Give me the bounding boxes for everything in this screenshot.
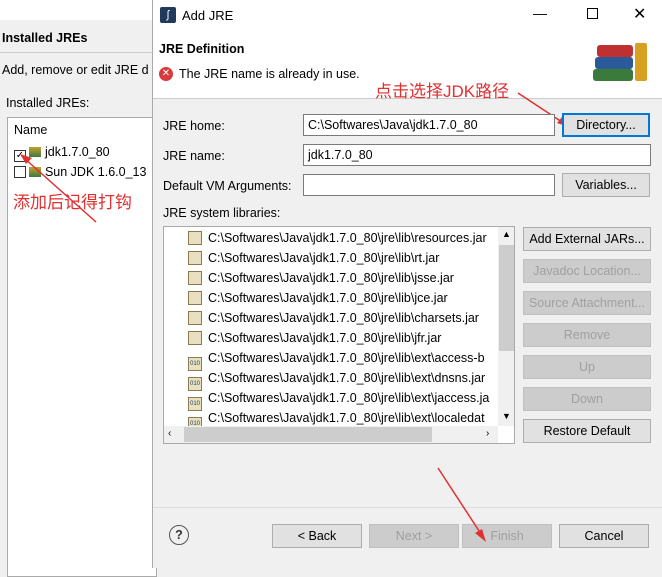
header-title: JRE Definition [159,42,245,56]
vertical-scrollbar[interactable]: ▲ ▼ [498,227,514,426]
error-message: The JRE name is already in use. [179,67,360,81]
up-button[interactable]: Up [523,355,651,379]
jre-name-label: JRE name: [163,149,225,163]
background-window: Installed JREs Add, remove or edit JRE d… [0,0,157,577]
directory-button[interactable]: Directory... [562,113,650,137]
scroll-down-arrow[interactable]: ▼ [502,411,511,421]
library-item[interactable]: 010 C:\Softwares\Java\jdk1.7.0_80\jre\lib… [164,388,489,411]
scroll-right-arrow[interactable]: › [486,428,489,439]
library-item[interactable]: C:\Softwares\Java\jdk1.7.0_80\jre\lib\js… [164,268,454,288]
library-item[interactable]: 010 C:\Softwares\Java\jdk1.7.0_80\jre\lib… [164,348,485,371]
close-button[interactable]: ✕ [633,4,646,24]
column-name[interactable]: Name [14,123,47,137]
library-item[interactable]: C:\Softwares\Java\jdk1.7.0_80\jre\lib\jf… [164,328,441,348]
minimize-button[interactable]: — [533,5,547,21]
eclipse-icon: ʃ [160,7,176,23]
dialog-title: Add JRE [182,8,234,23]
add-external-jars-button[interactable]: Add External JARs... [523,227,651,251]
vm-args-input[interactable] [303,174,555,196]
down-button[interactable]: Down [523,387,651,411]
scroll-h-thumb[interactable] [184,427,432,442]
jar-icon [188,331,202,345]
jar-icon [188,271,202,285]
remove-button[interactable]: Remove [523,323,651,347]
jar-icon [188,311,202,325]
cancel-button[interactable]: Cancel [559,524,649,548]
library-item[interactable]: C:\Softwares\Java\jdk1.7.0_80\jre\lib\jc… [164,288,448,308]
jre-name-input[interactable]: jdk1.7.0_80 [303,144,651,166]
jre-home-label: JRE home: [163,119,225,133]
library-books-icon [593,43,651,87]
page-title: Installed JREs [2,31,88,45]
variables-button[interactable]: Variables... [562,173,650,197]
divider [0,52,152,53]
jar-icon [188,231,202,245]
jar-icon [188,251,202,265]
add-jre-dialog: ʃ Add JRE — ✕ JRE Definition ✕ The JRE n… [152,0,662,568]
library-item[interactable]: 010 C:\Softwares\Java\jdk1.7.0_80\jre\lib… [164,408,485,426]
scroll-thumb[interactable] [499,245,514,351]
maximize-button[interactable] [587,8,598,19]
horizontal-scrollbar[interactable]: ‹ › [164,426,498,443]
libraries-label: JRE system libraries: [163,206,281,220]
description: Add, remove or edit JRE d [2,63,149,77]
javadoc-location-button[interactable]: Javadoc Location... [523,259,651,283]
footer-divider [153,507,662,508]
background-top [0,0,152,20]
library-item[interactable]: 010 C:\Softwares\Java\jdk1.7.0_80\jre\lib… [164,368,485,391]
restore-default-button[interactable]: Restore Default [523,419,651,443]
error-icon: ✕ [159,67,173,81]
back-button[interactable]: < Back [272,524,362,548]
annotation-arrow-checkbox [20,154,97,223]
annotation-select-jdk: 点击选择JDK路径 [375,82,510,101]
library-item[interactable]: C:\Softwares\Java\jdk1.7.0_80\jre\lib\ch… [164,308,479,328]
scroll-left-arrow[interactable]: ‹ [168,428,171,439]
libraries-tree[interactable]: C:\Softwares\Java\jdk1.7.0_80\jre\lib\re… [163,226,515,444]
source-attachment-button[interactable]: Source Attachment... [523,291,651,315]
title-bar[interactable]: ʃ Add JRE — ✕ [153,0,662,31]
jar-icon: 010 [188,417,202,426]
jar-icon [188,291,202,305]
jre-home-input[interactable]: C:\Softwares\Java\jdk1.7.0_80 [303,114,555,136]
library-item[interactable]: C:\Softwares\Java\jdk1.7.0_80\jre\lib\rt… [164,248,439,268]
scroll-up-arrow[interactable]: ▲ [502,229,511,239]
list-label: Installed JREs: [6,96,90,110]
annotation-arrow-finish [437,467,486,542]
library-item[interactable]: C:\Softwares\Java\jdk1.7.0_80\jre\lib\re… [164,228,487,248]
vm-args-label: Default VM Arguments: [163,179,292,193]
help-icon[interactable]: ? [169,525,189,545]
